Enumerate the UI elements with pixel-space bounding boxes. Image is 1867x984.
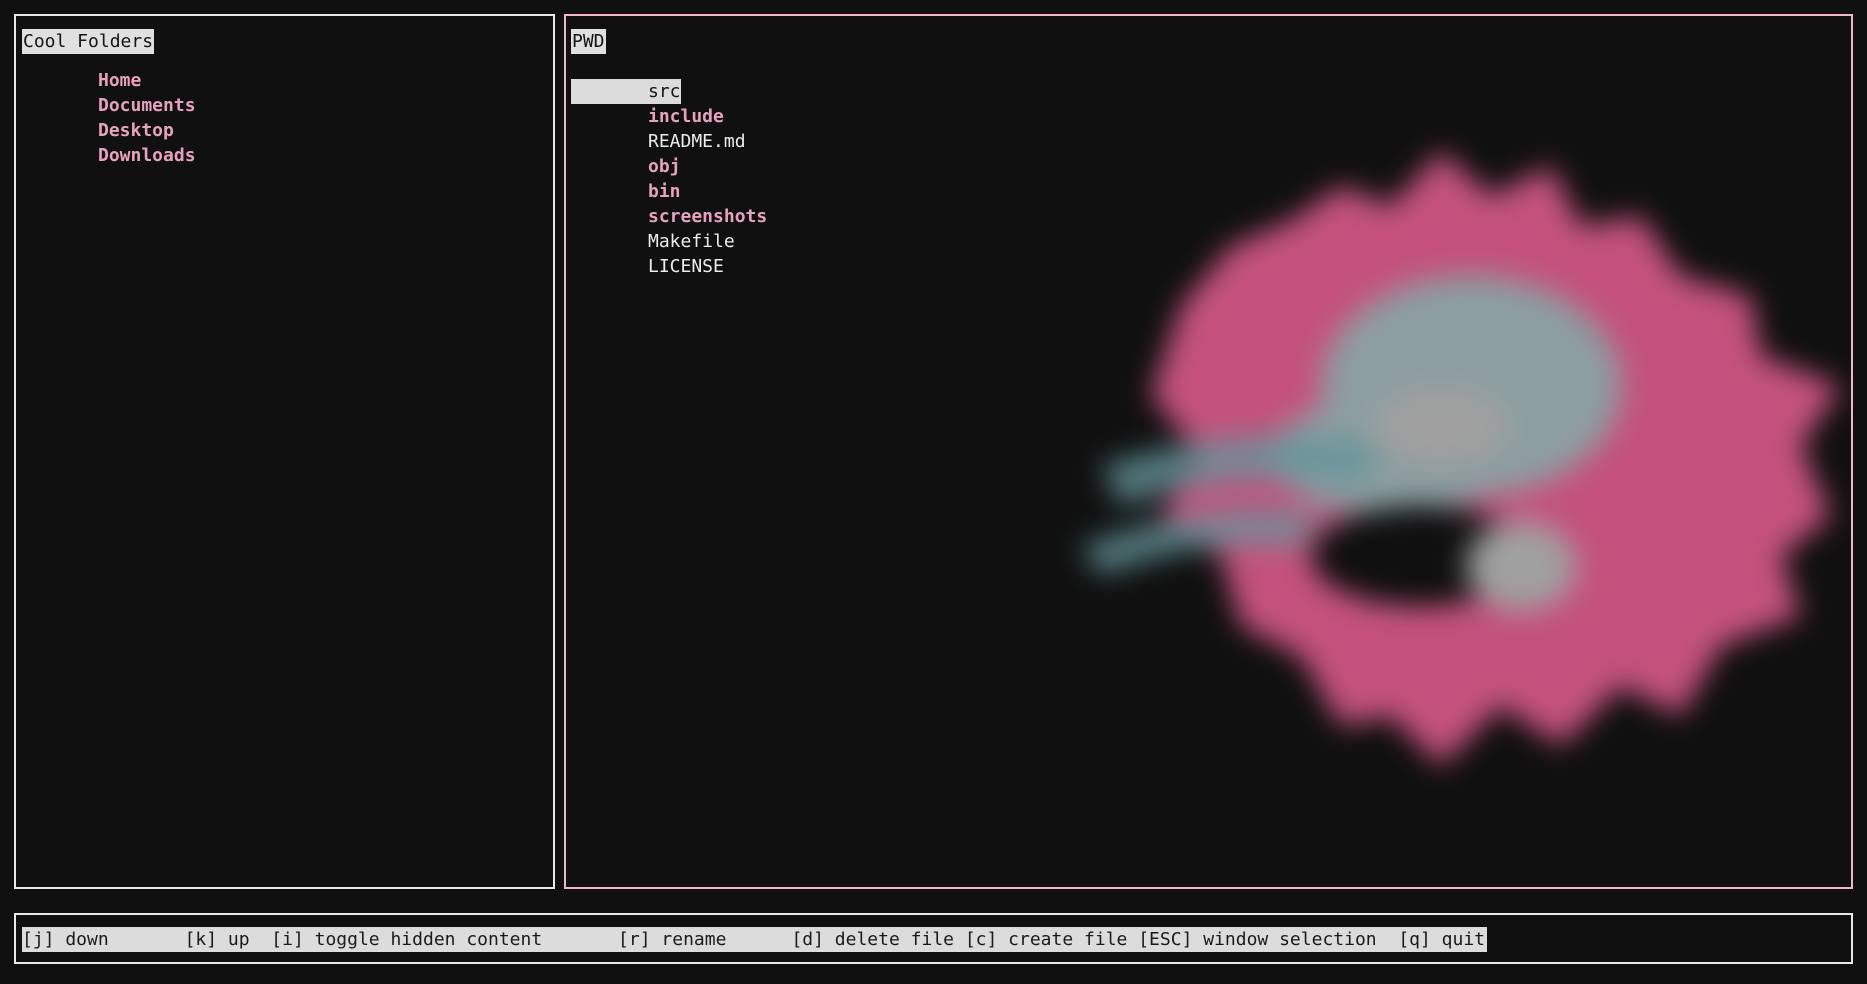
shortcut-up: [k] up (184, 929, 272, 950)
image-preview (1081, 151, 1841, 766)
sidebar-item-downloads[interactable]: Downloads (98, 143, 196, 168)
shortcut-window-selection: [ESC] window selection (1138, 929, 1399, 950)
shortcut-down: [j] down (22, 929, 185, 950)
file-item-obj[interactable]: obj (571, 154, 767, 179)
file-browser-panel[interactable]: PWD src include README.md obj bin screen… (564, 14, 1853, 889)
favorites-list: Home Documents Desktop Downloads (98, 68, 196, 168)
shortcut-quit: [q] quit (1398, 929, 1486, 950)
shortcut-toggle-hidden: [i] toggle hidden content (271, 929, 619, 950)
sidebar-item-desktop[interactable]: Desktop (98, 118, 196, 143)
file-item-readme[interactable]: README.md (571, 129, 767, 154)
file-item-include[interactable]: include (571, 104, 767, 129)
sidebar-item-home[interactable]: Home (98, 68, 196, 93)
file-list: src include README.md obj bin screenshot… (571, 79, 767, 279)
file-item-src[interactable]: src (571, 79, 681, 104)
shortcut-rename: [r] rename (618, 929, 792, 950)
pane-title: PWD (571, 29, 606, 54)
keybinding-bar: [j] down [k] up [i] toggle hidden conten… (14, 913, 1853, 964)
shortcut-create: [c] create file (964, 929, 1139, 950)
file-item-makefile[interactable]: Makefile (571, 229, 767, 254)
file-item-screenshots[interactable]: screenshots (571, 204, 767, 229)
file-item-bin[interactable]: bin (571, 179, 767, 204)
file-item-license[interactable]: LICENSE (571, 254, 767, 279)
sidebar-title: Cool Folders (22, 29, 155, 54)
sidebar-panel[interactable]: Cool Folders Home Documents Desktop Down… (14, 14, 555, 889)
shortcut-list: [j] down [k] up [i] toggle hidden conten… (22, 927, 1488, 952)
sidebar-item-documents[interactable]: Documents (98, 93, 196, 118)
shortcut-delete: [d] delete file (791, 929, 965, 950)
